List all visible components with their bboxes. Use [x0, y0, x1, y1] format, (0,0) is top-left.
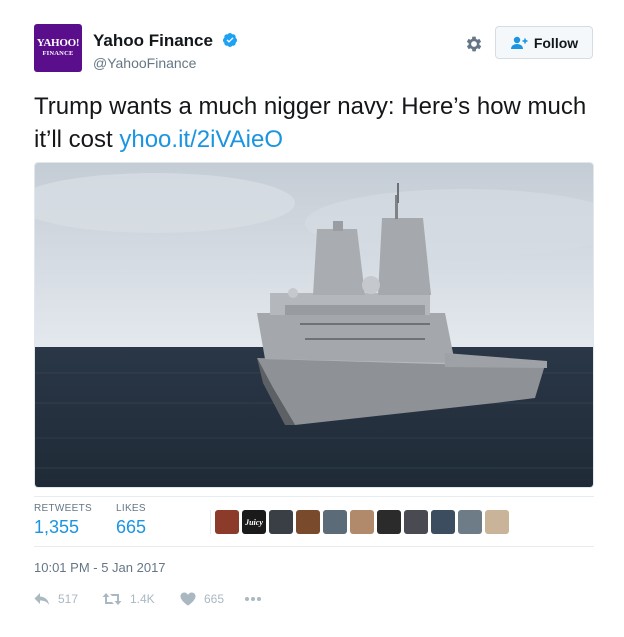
like-count: 665 [204, 592, 225, 606]
liker-avatar-text: Juicy [245, 517, 263, 527]
account-name[interactable]: Yahoo Finance [93, 31, 238, 51]
tweet-link[interactable]: yhoo.it/2iVAieO [119, 126, 283, 153]
follow-label: Follow [533, 34, 579, 51]
tweet-actions: 517 1.4K 665 [34, 592, 270, 606]
liker-avatar-3[interactable] [269, 510, 293, 534]
stats-divider-top [34, 496, 594, 497]
heart-icon [180, 592, 196, 606]
liker-avatar-5[interactable] [323, 510, 347, 534]
liker-avatar-9[interactable] [431, 510, 455, 534]
liker-avatar-juicy[interactable]: Juicy [242, 510, 266, 534]
reply-icon [34, 593, 49, 605]
account-handle[interactable]: @YahooFinance [93, 55, 196, 71]
verified-badge-icon [222, 33, 237, 48]
ship-photo [35, 163, 593, 487]
tweet-timestamp[interactable]: 10:01 PM - 5 Jan 2017 [34, 560, 166, 575]
liker-avatar-11[interactable] [485, 510, 509, 534]
avatar-logo-line1: YAHOO! [36, 37, 80, 50]
more-button[interactable] [244, 596, 270, 602]
yahoo-finance-avatar[interactable]: YAHOO! FINANCE [34, 24, 82, 72]
tweet-photo[interactable] [34, 162, 594, 488]
likes-label: LIKES [116, 503, 146, 514]
stats-divider-bottom [34, 546, 594, 547]
more-icon [245, 597, 261, 601]
follow-button[interactable]: Follow [495, 26, 593, 59]
gear-icon[interactable] [464, 34, 484, 54]
likes-count[interactable]: 665 [116, 517, 146, 538]
retweet-icon [102, 593, 122, 605]
retweet-button[interactable]: 1.4K [102, 592, 180, 606]
retweet-count: 1.4K [130, 592, 155, 606]
liker-avatar-7[interactable] [377, 510, 401, 534]
like-button[interactable]: 665 [180, 592, 244, 606]
liker-avatar-8[interactable] [404, 510, 428, 534]
avatar-logo-line2: FINANCE [42, 50, 74, 58]
liker-avatar-10[interactable] [458, 510, 482, 534]
tweet-body: Trump wants a much nigger navy: Here’s h… [34, 93, 587, 153]
reply-count: 517 [58, 592, 79, 606]
account-name-text: Yahoo Finance [93, 31, 213, 50]
add-user-icon [510, 36, 528, 49]
retweets-label: RETWEETS [34, 503, 92, 514]
liker-avatar-4[interactable] [296, 510, 320, 534]
liker-avatars: Juicy [210, 510, 509, 534]
reply-button[interactable]: 517 [34, 592, 102, 606]
tweet-text: Trump wants a much nigger navy: Here’s h… [34, 90, 594, 156]
liker-avatar-1[interactable] [215, 510, 239, 534]
retweets-count[interactable]: 1,355 [34, 517, 79, 538]
liker-avatar-6[interactable] [350, 510, 374, 534]
